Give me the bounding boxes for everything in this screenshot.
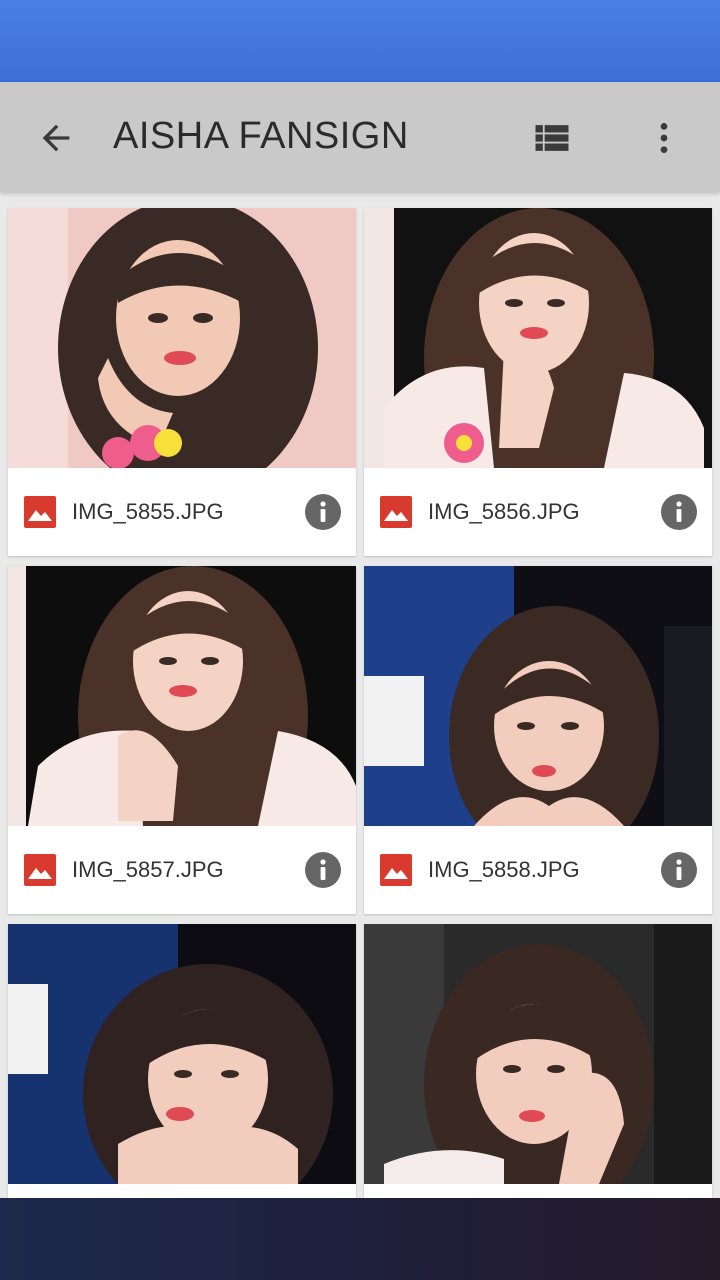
photo-thumbnail[interactable] — [364, 566, 712, 826]
image-file-icon — [24, 496, 56, 528]
file-caption: IMG_5856.JPG — [364, 468, 712, 556]
file-card[interactable]: IMG_5858.JPG — [364, 566, 712, 914]
photo-thumbnail[interactable] — [8, 208, 356, 468]
page-title: AISHA FANSIGN — [113, 115, 409, 157]
photo-grid: IMG_5855.JPG IMG_5856.JPG IMG_5857.JPG I… — [0, 192, 720, 1198]
file-name: IMG_5857.JPG — [72, 857, 224, 882]
file-card[interactable]: IMG_5855.JPG — [8, 208, 356, 556]
file-caption: IMG_5855.JPG — [8, 468, 356, 556]
photo-thumbnail[interactable] — [364, 208, 712, 468]
navigation-bar — [0, 1198, 720, 1280]
info-icon[interactable] — [660, 493, 698, 531]
view-list-icon — [535, 125, 569, 151]
image-file-icon — [380, 496, 412, 528]
info-icon[interactable] — [660, 851, 698, 889]
image-file-icon — [380, 854, 412, 886]
file-name: IMG_5855.JPG — [72, 499, 224, 524]
file-card[interactable] — [8, 924, 356, 1198]
info-icon[interactable] — [304, 851, 342, 889]
file-card[interactable] — [364, 924, 712, 1198]
list-view-button[interactable] — [524, 110, 580, 166]
more-options-button[interactable] — [636, 110, 692, 166]
file-card[interactable]: IMG_5856.JPG — [364, 208, 712, 556]
photo-thumbnail[interactable] — [8, 566, 356, 826]
file-caption: IMG_5857.JPG — [8, 826, 356, 914]
more-vert-icon — [660, 123, 668, 153]
photo-thumbnail[interactable] — [8, 924, 356, 1184]
status-bar — [0, 0, 720, 82]
image-file-icon — [24, 854, 56, 886]
file-name: IMG_5856.JPG — [428, 499, 580, 524]
photo-thumbnail[interactable] — [364, 924, 712, 1184]
arrow-back-icon — [42, 124, 70, 152]
back-button[interactable] — [28, 110, 84, 166]
app-bar: AISHA FANSIGN — [0, 82, 720, 192]
file-caption: IMG_5858.JPG — [364, 826, 712, 914]
file-card[interactable]: IMG_5857.JPG — [8, 566, 356, 914]
info-icon[interactable] — [304, 493, 342, 531]
file-name: IMG_5858.JPG — [428, 857, 580, 882]
